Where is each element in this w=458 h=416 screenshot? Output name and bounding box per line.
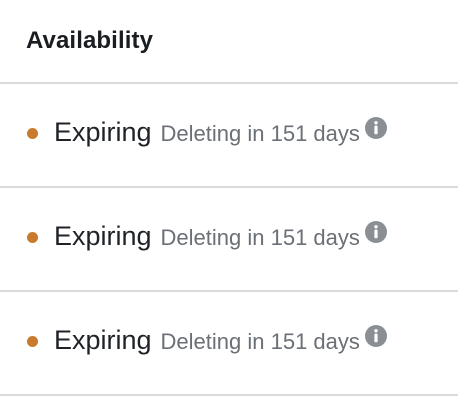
table-row: Expiring Deleting in 151 days	[0, 84, 458, 188]
availability-column: Availability Expiring Deleting in 151 da…	[0, 0, 458, 396]
status-detail: Deleting in 151 days	[160, 224, 360, 250]
info-icon[interactable]	[364, 220, 388, 244]
status-dot-icon	[27, 127, 38, 139]
status-dot-icon	[27, 231, 38, 243]
status-dot-icon	[27, 335, 38, 347]
status-label: Expiring	[54, 116, 152, 147]
status-label: Expiring	[54, 324, 152, 355]
column-header-title: Availability	[26, 27, 154, 54]
column-header: Availability	[0, 0, 458, 84]
info-icon[interactable]	[364, 116, 388, 140]
table-row: Expiring Deleting in 151 days	[0, 188, 458, 292]
info-icon[interactable]	[364, 324, 388, 348]
status-detail: Deleting in 151 days	[160, 120, 360, 146]
status-label: Expiring	[54, 220, 152, 251]
status-detail: Deleting in 151 days	[160, 328, 360, 354]
table-row: Expiring Deleting in 151 days	[0, 292, 458, 396]
